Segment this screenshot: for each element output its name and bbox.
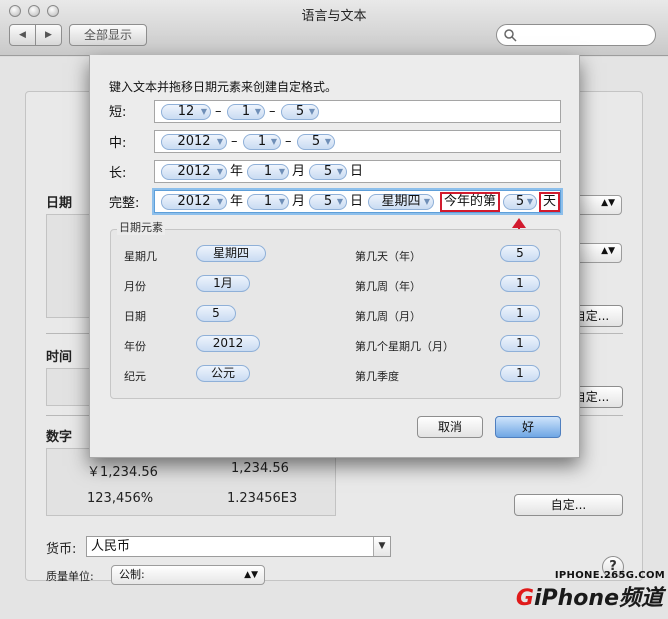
popup-arrows-icon: ▲▼ [244,570,258,580]
sheet-instruction: 键入文本并拖移日期元素来创建自定格式。 [109,80,338,94]
long-format-label: 长: [109,166,127,181]
element-token-week-of-year[interactable]: 1 [500,275,540,292]
date-format-popup[interactable]: ▲▼ [574,195,622,215]
search-field[interactable] [496,24,656,46]
customize-date-sheet: 键入文本并拖移日期元素来创建自定格式。 短: 12 ▼ – 1 ▼ – 5 ▼ 中: … [89,55,580,458]
token-full-month[interactable]: 1 ▼ [247,194,289,210]
element-token-day[interactable]: 5 [196,305,236,322]
back-button[interactable]: ◀ [9,24,36,46]
token-full-day-of-year[interactable]: 5 ▼ [503,194,537,210]
currency-value: 人民币 [91,539,131,554]
search-icon [504,29,517,42]
literal-month: 月 [292,164,306,179]
token-full-weekday[interactable]: 星期四 ▼ [368,194,434,210]
highlight-prefix-text: 今年的第 [440,192,501,212]
medium-format-field[interactable]: 2012 ▼ – 1 ▼ – 5 ▼ [154,130,561,153]
token-medium-day[interactable]: 5 ▼ [297,134,335,150]
scientific-sample: 1.23456E3 [227,491,298,506]
measurement-popup[interactable]: 公制: ▲▼ [111,565,265,585]
watermark: IPHONE.265G.COM GiPhone频道 [505,570,665,616]
token-short-year[interactable]: 12 ▼ [161,104,211,120]
element-token-month[interactable]: 1月 [196,275,250,292]
literal-month: 月 [292,194,306,209]
element-label: 第几周（年） [355,280,421,293]
full-format-label: 完整: [109,196,140,211]
token-full-year[interactable]: 2012 ▼ [161,194,227,210]
currency-label: 货币: [46,542,77,557]
literal-year: 年 [230,164,244,179]
show-all-button[interactable]: 全部显示 [69,24,147,46]
date-elements-group [110,229,561,399]
watermark-brand: GiPhone频道 [515,586,663,611]
window-titlebar: 语言与文本 ◀ ▶ 全部显示 [0,0,668,56]
numbers-preview-box: ￥1,234.56 1,234.56 123,456% 1.23456E3 [46,448,336,516]
forward-button[interactable]: ▶ [35,24,62,46]
token-medium-year[interactable]: 2012 ▼ [161,134,227,150]
date-elements-title: 日期元素 [117,219,165,235]
measurement-label: 质量单位: [46,570,94,583]
measurement-value: 公制: [119,568,145,581]
highlight-suffix-text: 天 [539,192,561,212]
short-format-label: 短: [109,105,127,120]
element-label: 纪元 [124,370,146,383]
numbers-customize-button[interactable]: 自定... [514,494,623,516]
token-long-day[interactable]: 5 ▼ [309,164,347,180]
separator: – [285,134,292,149]
ok-button[interactable]: 好 [495,416,561,438]
token-long-year[interactable]: 2012 ▼ [161,164,227,180]
token-short-day[interactable]: 5 ▼ [281,104,319,120]
element-label: 第几天（年） [355,250,421,263]
element-token-quarter[interactable]: 1 [500,365,540,382]
separator: – [231,134,238,149]
element-label: 第几周（月） [355,310,421,323]
currency-sample: ￥1,234.56 [87,465,158,480]
numbers-section-label: 数字 [46,430,73,445]
literal-day: 日 [350,194,364,209]
percent-sample: 123,456% [87,491,154,506]
element-token-day-of-year[interactable]: 5 [500,245,540,262]
long-format-field[interactable]: 2012 ▼ 年 1 ▼ 月 5 ▼ 日 [154,160,561,183]
separator: – [215,104,222,119]
chevron-down-icon[interactable]: ▼ [373,537,390,556]
decimal-sample: 1,234.56 [231,461,289,476]
element-label: 第几个星期几（月） [355,340,454,353]
cancel-button[interactable]: 取消 [417,416,483,438]
medium-format-label: 中: [109,136,127,151]
element-label: 星期几 [124,250,157,263]
element-token-year[interactable]: 2012 [196,335,260,352]
token-long-month[interactable]: 1 ▼ [247,164,289,180]
element-token-week-of-month[interactable]: 1 [500,305,540,322]
literal-year: 年 [230,194,244,209]
date-section-label: 日期 [46,196,73,211]
separator: – [269,104,276,119]
element-label: 年份 [124,340,146,353]
element-label: 月份 [124,280,146,293]
window-title: 语言与文本 [301,9,367,24]
element-token-weekday[interactable]: 星期四 [196,245,266,262]
currency-combo[interactable]: 人民币 ▼ [86,536,391,557]
element-token-era[interactable]: 公元 [196,365,250,382]
full-format-field[interactable]: 2012 ▼ 年 1 ▼ 月 5 ▼ 日 星期四 ▼ 今年的第 5 ▼ 天 [154,190,561,213]
element-label: 第几季度 [355,370,399,383]
token-full-day[interactable]: 5 ▼ [309,194,347,210]
token-medium-month[interactable]: 1 ▼ [243,134,281,150]
calendar-popup[interactable]: ▲▼ [574,243,622,263]
literal-day: 日 [350,164,364,179]
element-token-weekday-ordinal[interactable]: 1 [500,335,540,352]
short-format-field[interactable]: 12 ▼ – 1 ▼ – 5 ▼ [154,100,561,123]
element-label: 日期 [124,310,146,323]
time-section-label: 时间 [46,350,73,365]
token-short-month[interactable]: 1 ▼ [227,104,265,120]
